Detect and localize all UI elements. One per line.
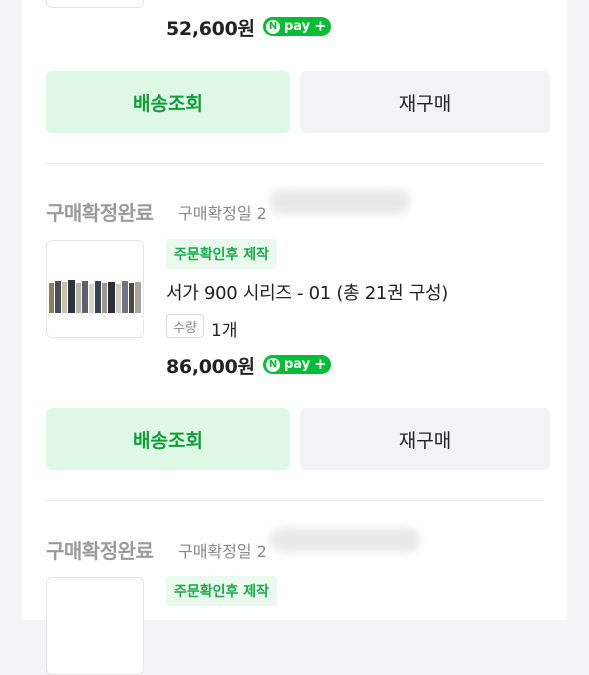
product-thumbnail[interactable] <box>46 240 144 338</box>
npay-badge: N pay + <box>263 17 331 36</box>
plus-icon: + <box>314 355 327 373</box>
quantity-value: 1개 <box>211 321 238 341</box>
quantity-label: 수량 <box>166 314 204 338</box>
product-title[interactable]: 서가 900 시리즈 - 01 (총 21권 구성) <box>166 279 448 305</box>
confirm-date: 구매확정일 2 <box>178 542 267 561</box>
confirm-date: 구매확정일 2 <box>178 204 267 223</box>
rebuy-button[interactable]: 재구매 <box>300 408 550 470</box>
order-price: 52,600원 <box>166 18 255 40</box>
npay-label: pay <box>284 19 311 34</box>
rebuy-button[interactable]: 재구매 <box>300 71 550 133</box>
npay-label: pay <box>284 357 311 372</box>
books-image <box>47 241 143 337</box>
npay-badge: N pay + <box>263 355 331 374</box>
order-divider <box>46 163 544 164</box>
npay-n-icon: N <box>266 357 280 372</box>
npay-n-icon: N <box>266 19 280 34</box>
blurred-date <box>270 190 410 214</box>
order-price: 86,000원 <box>166 356 255 378</box>
plus-icon: + <box>314 17 327 35</box>
made-to-order-tag: 주문확인후 제작 <box>166 576 278 606</box>
track-delivery-button[interactable]: 배송조회 <box>46 408 290 470</box>
order-divider <box>46 500 544 501</box>
order-list-card: 52,600원 N pay + 배송조회 재구매 구매확정완료 구매확정일 2 <box>22 0 567 675</box>
product-thumbnail[interactable] <box>46 577 144 675</box>
order-status: 구매확정완료 <box>46 201 154 225</box>
blurred-date <box>270 528 420 552</box>
product-thumbnail[interactable] <box>46 0 144 8</box>
made-to-order-tag: 주문확인후 제작 <box>166 239 278 269</box>
order-status: 구매확정완료 <box>46 539 154 563</box>
track-delivery-button[interactable]: 배송조회 <box>46 71 290 133</box>
